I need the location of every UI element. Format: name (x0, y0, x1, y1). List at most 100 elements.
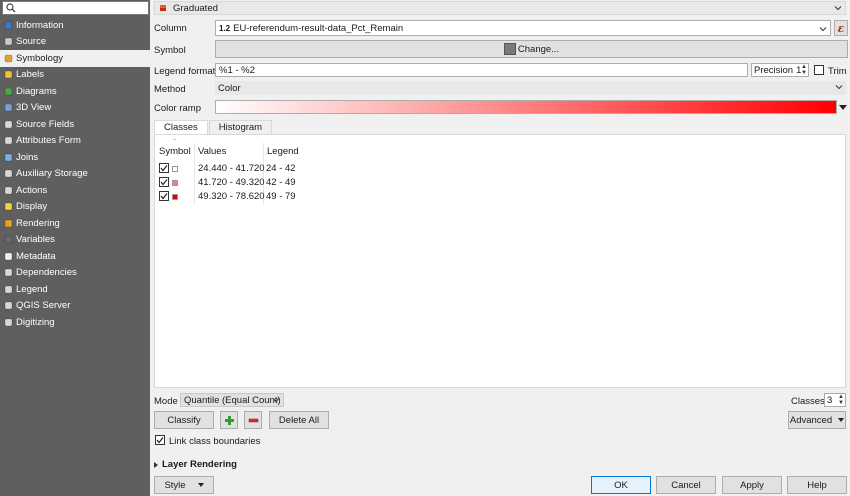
cube-icon (3, 103, 13, 113)
sidebar-item-display[interactable]: Display (0, 199, 150, 216)
style-button[interactable]: Style (154, 476, 214, 494)
advanced-button[interactable]: Advanced (788, 411, 846, 429)
plus-icon (224, 415, 234, 425)
digitizing-icon (3, 317, 13, 327)
field-type-badge: 1.2 (219, 23, 231, 33)
search-input[interactable] (2, 1, 149, 15)
mode-value: Quantile (Equal Count) (184, 394, 281, 406)
class-row[interactable]: 49.320 - 78.620 49 - 79 (159, 191, 309, 203)
actions-icon (3, 185, 13, 195)
chevron-down-icon (834, 6, 842, 11)
caret-down-icon (197, 483, 204, 487)
class-visible-checkbox[interactable] (159, 191, 169, 201)
class-legend: 24 - 42 (266, 163, 296, 174)
method-select[interactable]: Color (215, 81, 846, 95)
style-label: Style (164, 479, 186, 491)
classes-count-label: Classes (791, 396, 825, 407)
tab-histogram[interactable]: Histogram (208, 120, 273, 134)
sidebar-item-variables[interactable]: Variables (0, 232, 150, 249)
checkmark-icon (160, 165, 168, 172)
classes-table[interactable]: ⌃ Symbol Values Legend 24.440 - 41.720 2… (154, 134, 846, 388)
legend-format-input[interactable]: %1 - %2 (215, 63, 748, 77)
symbol-change-label: Change... (517, 43, 560, 55)
storage-icon (3, 169, 13, 179)
renderer-label: Graduated (173, 2, 218, 14)
column-header-legend[interactable]: Legend (267, 146, 299, 157)
class-visible-checkbox[interactable] (159, 177, 169, 187)
sidebar-item-legend[interactable]: Legend (0, 281, 150, 298)
class-row[interactable]: 24.440 - 41.720 24 - 42 (159, 163, 309, 175)
sort-indicator-icon: ⌃ (172, 139, 178, 145)
class-row[interactable]: 41.720 - 49.320 42 - 49 (159, 177, 309, 189)
sidebar-item-source[interactable]: Source (0, 34, 150, 51)
sidebar-item-actions[interactable]: Actions (0, 182, 150, 199)
labels-icon (3, 70, 13, 80)
class-legend: 49 - 79 (266, 191, 296, 202)
sidebar-item-label: QGIS Server (16, 300, 71, 312)
trim-checkbox[interactable] (814, 65, 824, 75)
sidebar-item-label: Joins (16, 151, 39, 163)
column-header-values[interactable]: Values (198, 146, 226, 157)
classify-label: Classify (167, 414, 201, 426)
sidebar-item-information[interactable]: Information (0, 17, 150, 34)
mode-select[interactable]: Quantile (Equal Count) (180, 393, 284, 407)
method-value: Color (218, 82, 241, 94)
sidebar-item-diagrams[interactable]: Diagrams (0, 83, 150, 100)
sidebar-item-symbology[interactable]: Symbology (0, 50, 150, 67)
sidebar-item-auxiliary-storage[interactable]: Auxiliary Storage (0, 166, 150, 183)
class-visible-checkbox[interactable] (159, 163, 169, 173)
column-select[interactable]: 1.2 EU-referendum-result-data_Pct_Remain (215, 20, 831, 36)
checkmark-icon (156, 437, 164, 444)
sidebar-item-qgis-server[interactable]: QGIS Server (0, 298, 150, 315)
wrench-icon (3, 37, 13, 47)
apply-button[interactable]: Apply (722, 476, 782, 494)
minus-icon (248, 418, 258, 422)
delete-all-button[interactable]: Delete All (269, 411, 329, 429)
renderer-select[interactable]: Graduated (154, 1, 846, 15)
link-boundaries-checkbox[interactable] (155, 435, 165, 445)
tab-classes[interactable]: Classes (154, 120, 208, 134)
join-icon (3, 152, 13, 162)
precision-spinbox[interactable]: Precision 1 ▲ ▼ (751, 63, 809, 77)
metadata-icon (3, 251, 13, 261)
sidebar-item-label: Display (16, 201, 48, 213)
sidebar-item-joins[interactable]: Joins (0, 149, 150, 166)
diagram-icon (3, 86, 13, 96)
classify-button[interactable]: Classify (154, 411, 214, 429)
cancel-button[interactable]: Cancel (656, 476, 716, 494)
expression-button[interactable]: ε (834, 20, 848, 36)
sidebar-item-label: Legend (16, 283, 48, 295)
search-icon (6, 3, 16, 13)
sidebar-item-metadata[interactable]: Metadata (0, 248, 150, 265)
ok-label: OK (614, 479, 628, 491)
checkmark-icon (160, 193, 168, 200)
paintbrush-icon (3, 53, 13, 63)
remove-class-button[interactable] (244, 411, 262, 429)
sidebar-item-labels[interactable]: Labels (0, 67, 150, 84)
sidebar-item-digitizing[interactable]: Digitizing (0, 314, 150, 331)
class-color-swatch (172, 194, 178, 200)
class-values: 41.720 - 49.320 (198, 177, 265, 188)
advanced-label: Advanced (789, 414, 833, 426)
add-class-button[interactable] (220, 411, 238, 429)
symbol-change-button[interactable]: Change... (215, 40, 848, 58)
sidebar-item-dependencies[interactable]: Dependencies (0, 265, 150, 282)
sidebar-item-source-fields[interactable]: Source Fields (0, 116, 150, 133)
classes-count-value: 3 (827, 394, 833, 406)
precision-label: Precision (754, 64, 794, 76)
ok-button[interactable]: OK (591, 476, 651, 494)
legend-format-value: %1 - %2 (219, 64, 255, 76)
help-button[interactable]: Help (787, 476, 847, 494)
sidebar-item-3d-view[interactable]: 3D View (0, 100, 150, 117)
layer-rendering-section[interactable]: Layer Rendering (154, 459, 237, 470)
color-ramp-dropdown[interactable] (837, 100, 848, 114)
color-ramp-button[interactable] (215, 100, 837, 114)
class-values: 49.320 - 78.620 (198, 191, 265, 202)
sidebar-item-label: Attributes Form (16, 135, 81, 147)
sidebar-item-rendering[interactable]: Rendering (0, 215, 150, 232)
symbol-label: Symbol (154, 45, 186, 56)
sidebar-item-attributes-form[interactable]: Attributes Form (0, 133, 150, 150)
column-header-symbol[interactable]: Symbol (159, 146, 191, 157)
classes-count-spinbox[interactable]: 3 ▲ ▼ (824, 393, 846, 407)
sidebar-item-label: Metadata (16, 250, 56, 262)
